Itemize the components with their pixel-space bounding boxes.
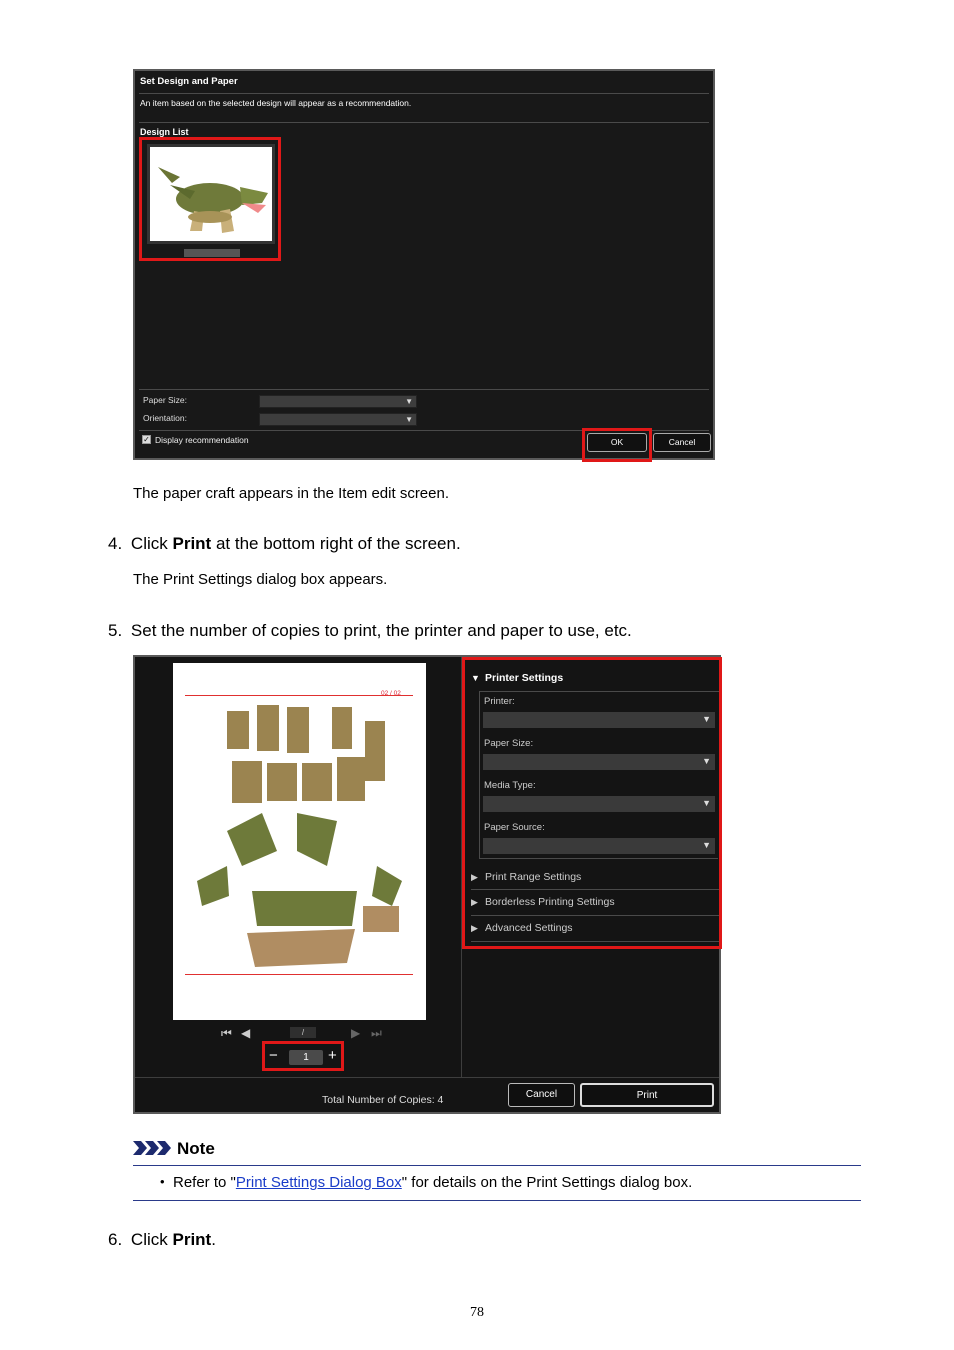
- print-settings-dialog: 02 / 02 ⏮ ◀ / ▶ ⏭ − 1 + ▼ Printer Settin…: [133, 655, 722, 1114]
- bullet: •: [160, 1174, 165, 1189]
- prev-page-icon[interactable]: ◀: [241, 1026, 250, 1040]
- paper-size-label: Paper Size:: [143, 395, 187, 405]
- expand-right-icon: ▶: [471, 897, 478, 907]
- note-text: Refer to "Print Settings Dialog Box" for…: [173, 1174, 692, 1191]
- cancel-button[interactable]: Cancel: [653, 433, 711, 452]
- paper-size-dropdown[interactable]: ▼: [483, 754, 715, 770]
- step-text: at the bottom right of the screen.: [211, 534, 461, 553]
- step-4: 4. Click Print at the bottom right of th…: [108, 534, 461, 554]
- section-label: Print Range Settings: [485, 871, 582, 883]
- section-label: Advanced Settings: [485, 922, 573, 934]
- divider: [471, 915, 719, 916]
- last-page-icon[interactable]: ⏭: [371, 1026, 382, 1041]
- caption-paper-craft: The paper craft appears in the Item edit…: [133, 485, 450, 502]
- divider: [471, 941, 719, 942]
- expand-down-icon: ▼: [471, 673, 480, 683]
- page-indicator: /: [290, 1027, 316, 1038]
- design-thumbnail[interactable]: [147, 144, 275, 244]
- set-design-paper-dialog: Set Design and Paper An item based on th…: [133, 69, 715, 462]
- expand-right-icon: ▶: [471, 872, 478, 882]
- paper-size-label: Paper Size:: [484, 738, 534, 749]
- chevron-down-icon: ▼: [702, 756, 711, 766]
- step-text: Click: [130, 534, 173, 553]
- copies-highlight: − 1 +: [262, 1041, 344, 1071]
- step-number: 4.: [108, 534, 123, 553]
- divider: [139, 389, 709, 390]
- step-number: 5.: [108, 621, 123, 640]
- printer-settings-section[interactable]: ▼ Printer Settings: [471, 672, 563, 684]
- total-copies-label: Total Number of Copies: 4: [322, 1094, 444, 1106]
- note-text-pre: Refer to ": [173, 1174, 236, 1191]
- advanced-section[interactable]: ▶ Advanced Settings: [471, 922, 573, 934]
- design-thumbnail-highlight[interactable]: [139, 137, 281, 261]
- design-list-label: Design List: [140, 127, 189, 137]
- step-bold: Print: [172, 534, 212, 553]
- printer-settings-highlight: ▼ Printer Settings Printer: ▼ Paper Size:…: [462, 657, 722, 949]
- cut-line: [185, 695, 413, 696]
- design-thumbnail-caption: [184, 249, 240, 257]
- print-range-section[interactable]: ▶ Print Range Settings: [471, 871, 581, 883]
- ok-button[interactable]: OK: [587, 433, 647, 452]
- section-label: Borderless Printing Settings: [485, 896, 615, 908]
- copies-input[interactable]: 1: [289, 1050, 323, 1065]
- step-text: Set the number of copies to print, the p…: [130, 621, 632, 640]
- step-number: 6.: [108, 1230, 123, 1249]
- note-box: • Refer to "Print Settings Dialog Box" f…: [133, 1165, 861, 1201]
- display-recommendation-label: Display recommendation: [155, 435, 249, 445]
- paper-source-label: Paper Source:: [484, 822, 545, 833]
- crocodile-image: [158, 167, 268, 233]
- step-5: 5. Set the number of copies to print, th…: [108, 621, 632, 641]
- preview-page-label: 02 / 02: [381, 690, 401, 697]
- expand-right-icon: ▶: [471, 923, 478, 933]
- section-label: Printer Settings: [485, 672, 564, 684]
- footer-divider: [135, 1077, 719, 1078]
- media-type-label: Media Type:: [484, 780, 536, 791]
- note-text-post: " for details on the Print Settings dial…: [401, 1174, 693, 1191]
- chevron-down-icon: ▼: [405, 415, 413, 424]
- note-title: Note: [177, 1139, 215, 1158]
- printer-settings-group: Printer: ▼ Paper Size: ▼ Media Type: ▼ P…: [479, 691, 718, 859]
- page-number: 78: [470, 1305, 484, 1320]
- divider: [471, 889, 719, 890]
- divider: [139, 122, 709, 123]
- printer-dropdown[interactable]: ▼: [483, 712, 715, 728]
- paper-source-dropdown[interactable]: ▼: [483, 838, 715, 854]
- chevron-down-icon: ▼: [702, 840, 711, 850]
- chevron-down-icon: ▼: [702, 714, 711, 724]
- cancel-button[interactable]: Cancel: [508, 1083, 575, 1107]
- step-6: 6. Click Print.: [108, 1230, 216, 1250]
- paper-size-dropdown[interactable]: ▼: [259, 395, 417, 408]
- chevron-down-icon: ▼: [405, 397, 413, 406]
- step-bold: Print: [172, 1230, 212, 1249]
- step-text: Click: [130, 1230, 173, 1249]
- chevron-down-icon: ▼: [702, 798, 711, 808]
- caption-print-settings: The Print Settings dialog box appears.: [133, 571, 388, 588]
- divider: [139, 93, 709, 94]
- media-type-dropdown[interactable]: ▼: [483, 796, 715, 812]
- cut-line: [185, 974, 413, 975]
- first-page-icon[interactable]: ⏮: [221, 1026, 232, 1041]
- dialog-description: An item based on the selected design wil…: [140, 98, 412, 108]
- dialog-title: Set Design and Paper: [140, 76, 238, 87]
- borderless-section[interactable]: ▶ Borderless Printing Settings: [471, 896, 615, 908]
- print-settings-link[interactable]: Print Settings Dialog Box: [236, 1174, 402, 1191]
- paper-craft-pieces-image: [197, 705, 402, 967]
- display-recommendation-checkbox[interactable]: ✓: [142, 435, 151, 444]
- print-button[interactable]: Print: [580, 1083, 714, 1107]
- note-arrows-icon: [133, 1140, 173, 1160]
- decrease-copies-button[interactable]: −: [269, 1047, 278, 1064]
- orientation-label: Orientation:: [143, 413, 187, 423]
- increase-copies-button[interactable]: +: [328, 1047, 337, 1064]
- next-page-icon[interactable]: ▶: [351, 1026, 360, 1040]
- step-text: .: [211, 1230, 216, 1249]
- note-heading: Note: [133, 1139, 215, 1160]
- printer-label: Printer:: [484, 696, 515, 707]
- orientation-dropdown[interactable]: ▼: [259, 413, 417, 426]
- print-preview-page: 02 / 02: [173, 663, 426, 1020]
